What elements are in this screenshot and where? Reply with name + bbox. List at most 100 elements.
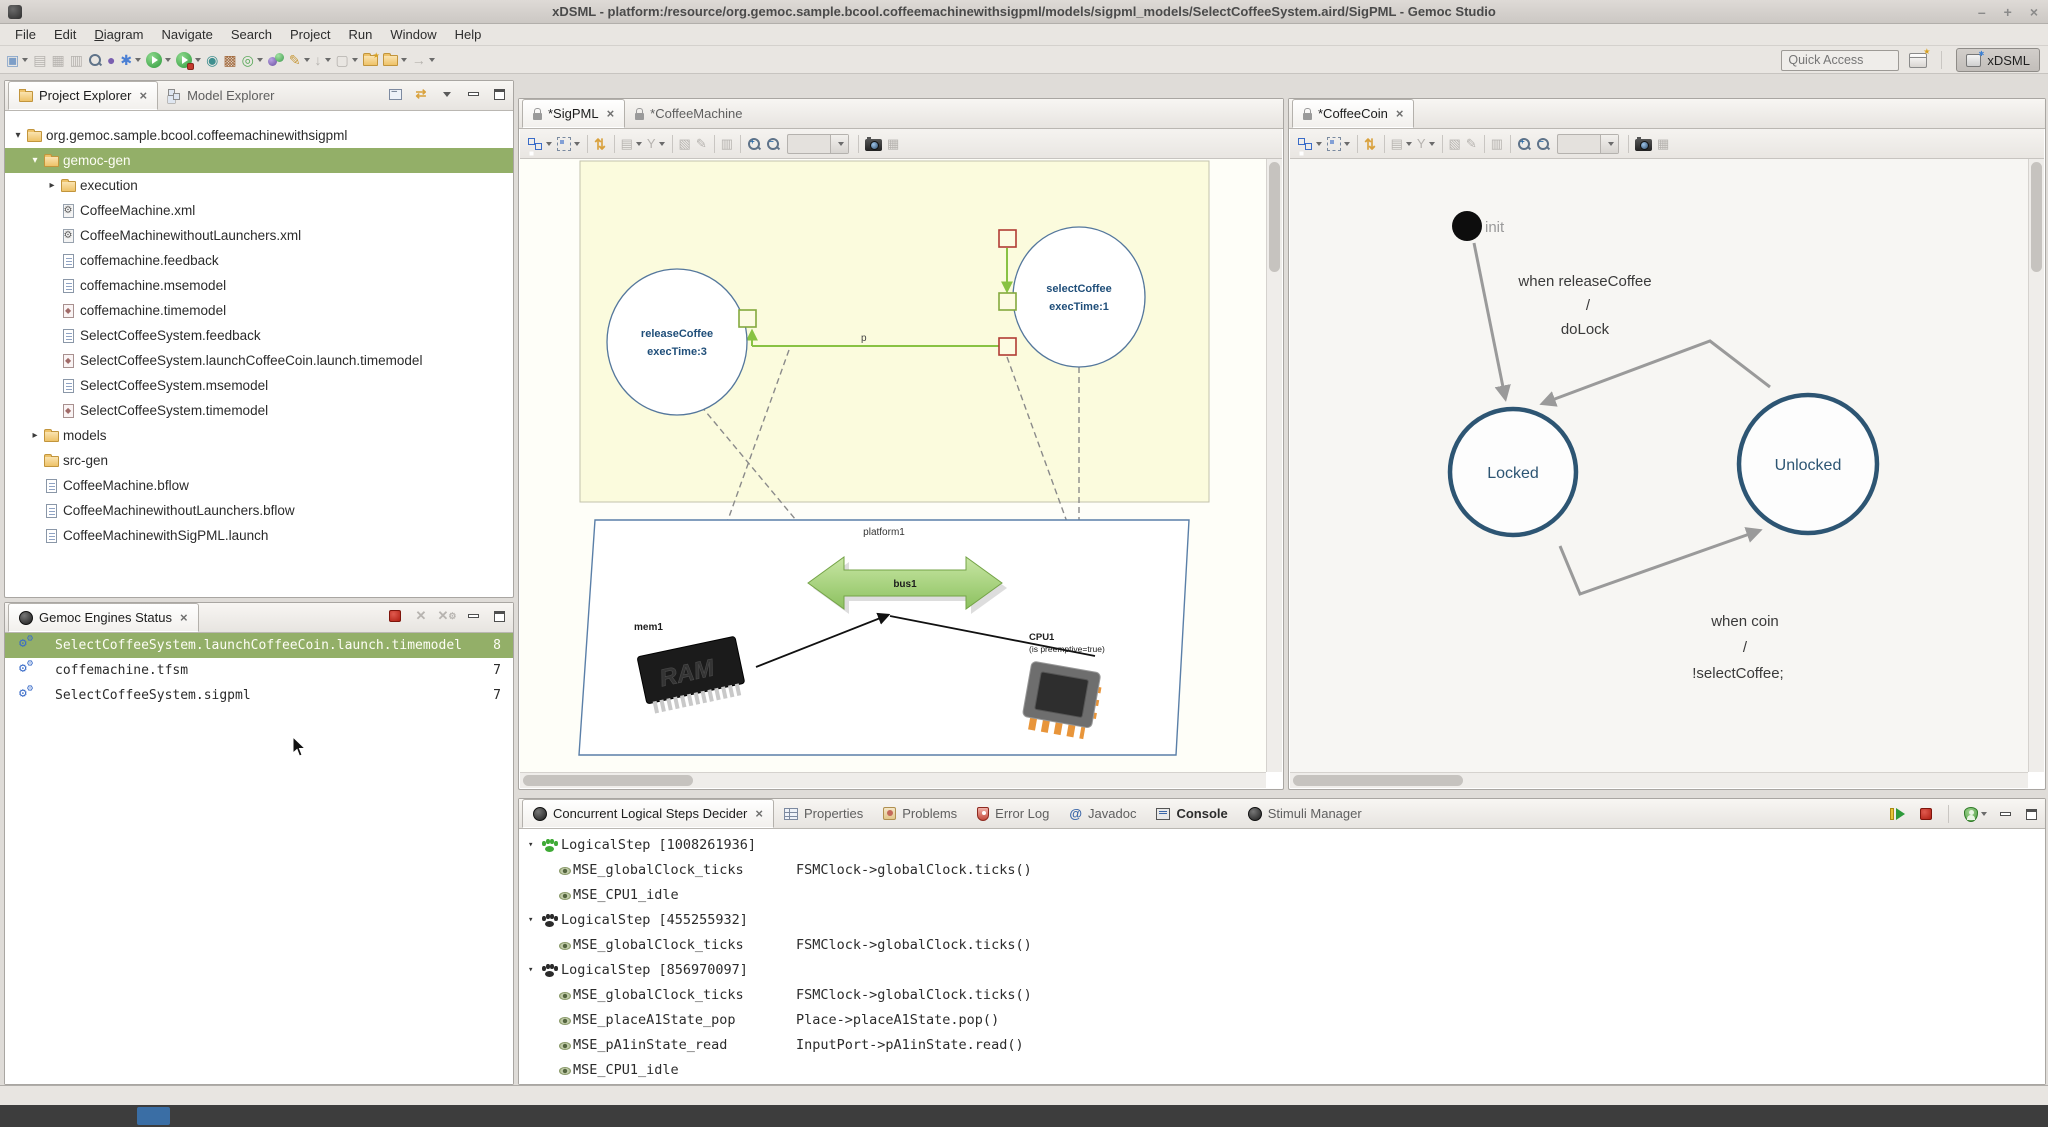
- state-locked[interactable]: Locked: [1450, 409, 1576, 535]
- tree-item[interactable]: CoffeeMachinewithSigPML.launch: [5, 523, 513, 548]
- tab-console[interactable]: Console: [1146, 799, 1237, 828]
- maximize-view-icon[interactable]: [491, 609, 507, 623]
- expander-icon[interactable]: ▾: [11, 130, 25, 141]
- expander-icon[interactable]: ▸: [28, 430, 42, 441]
- tab-stimuli-manager[interactable]: Stimuli Manager: [1238, 799, 1372, 828]
- debug-sphere-icon[interactable]: ●: [105, 48, 117, 72]
- decider-agent-icon[interactable]: [1963, 807, 1987, 821]
- platform-node[interactable]: platform1: [579, 520, 1189, 755]
- menu-run[interactable]: Run: [339, 25, 381, 44]
- zoom-out-icon[interactable]: −: [1534, 132, 1552, 156]
- zoom-in-icon[interactable]: +: [1515, 132, 1533, 156]
- cpu-chip-icon[interactable]: [1022, 661, 1101, 732]
- mse-event-row[interactable]: MSE_globalClock_ticksFSMClock->globalClo…: [519, 858, 2045, 883]
- tree-item[interactable]: coffemachine.feedback: [5, 248, 513, 273]
- tab-error-log[interactable]: Error Log: [967, 799, 1059, 828]
- close-icon[interactable]: ×: [139, 88, 147, 103]
- menu-window[interactable]: Window: [381, 25, 445, 44]
- engine-row[interactable]: ⚙SelectCoffeeSystem.launchCoffeeCoin.lau…: [5, 633, 513, 658]
- editor-tab--sigpml[interactable]: *SigPML×: [522, 99, 625, 128]
- external-tools-icon[interactable]: ▩: [221, 48, 238, 72]
- close-icon[interactable]: ×: [1396, 106, 1404, 121]
- tree-item[interactable]: SelectCoffeeSystem.msemodel: [5, 373, 513, 398]
- snapshot-icon[interactable]: [863, 132, 884, 156]
- tree-item[interactable]: SelectCoffeeSystem.launchCoffeeCoin.laun…: [5, 348, 513, 373]
- tree-item[interactable]: ▾gemoc-gen: [5, 148, 513, 173]
- expander-icon[interactable]: ▾: [528, 833, 533, 858]
- stop-engine-icon[interactable]: [387, 609, 403, 623]
- node-releaseCoffee[interactable]: releaseCoffee execTime:3: [607, 269, 747, 415]
- tree-item[interactable]: ▾org.gemoc.sample.bcool.coffeemachinewit…: [5, 123, 513, 148]
- tree-item[interactable]: coffemachine.msemodel: [5, 273, 513, 298]
- minimize-view-icon[interactable]: [465, 87, 481, 101]
- close-icon[interactable]: ×: [607, 106, 615, 121]
- close-icon[interactable]: ×: [755, 806, 763, 821]
- sigpml-canvas[interactable]: p releaseCoffee execTime:3 selectCoffee …: [520, 159, 1266, 772]
- transition-locked-unlocked[interactable]: [1560, 531, 1758, 594]
- maximize-view-icon[interactable]: [2023, 807, 2039, 821]
- menu-search[interactable]: Search: [222, 25, 281, 44]
- node-selectCoffee[interactable]: selectCoffee execTime:1: [1013, 227, 1145, 367]
- zoom-out-icon[interactable]: −: [764, 132, 782, 156]
- mse-event-row[interactable]: MSE_CPU1_idle: [519, 1058, 2045, 1083]
- transition-init-locked[interactable]: [1474, 243, 1505, 397]
- collapse-all-icon[interactable]: [387, 87, 403, 101]
- snapshot-icon[interactable]: [1633, 132, 1654, 156]
- refresh-icon[interactable]: ⇄: [592, 132, 609, 156]
- horizontal-scrollbar[interactable]: [1290, 772, 2028, 788]
- annotate-icon[interactable]: ✎: [287, 48, 312, 72]
- tree-item[interactable]: CoffeeMachine.xml: [5, 198, 513, 223]
- stop-icon[interactable]: [1918, 807, 1934, 821]
- new-wizard-icon[interactable]: ▣: [4, 48, 30, 72]
- tree-item[interactable]: ▸models: [5, 423, 513, 448]
- maximize-window-icon[interactable]: +: [2004, 5, 2012, 19]
- tree-item[interactable]: ▸execution: [5, 173, 513, 198]
- logical-step-row[interactable]: ▾LogicalStep [856970097]: [519, 958, 2045, 983]
- skip-breakpoints-icon[interactable]: ✱: [118, 48, 143, 72]
- zoom-level-icon[interactable]: [783, 132, 853, 156]
- view-menu-icon[interactable]: [439, 87, 455, 101]
- expander-icon[interactable]: ▸: [45, 180, 59, 191]
- engine-row[interactable]: ⚙coffemachine.tfsm7: [5, 658, 513, 683]
- port-input-bottom[interactable]: [999, 338, 1016, 355]
- tree-item[interactable]: SelectCoffeeSystem.timemodel: [5, 398, 513, 423]
- link-with-editor-icon[interactable]: ⇄: [413, 87, 429, 101]
- port-output-left[interactable]: [999, 293, 1016, 310]
- tree-item[interactable]: SelectCoffeeSystem.feedback: [5, 323, 513, 348]
- new-resource-icon[interactable]: ★: [361, 48, 380, 72]
- debug-run-icon[interactable]: [174, 48, 203, 72]
- horizontal-scrollbar[interactable]: [520, 772, 1266, 788]
- tab-properties[interactable]: Properties: [774, 799, 873, 828]
- editor-tab--coffeemachine[interactable]: *CoffeeMachine: [625, 99, 752, 128]
- refresh-icon[interactable]: ⇄: [1362, 132, 1379, 156]
- zoom-in-icon[interactable]: +: [745, 132, 763, 156]
- tree-item[interactable]: coffemachine.timemodel: [5, 298, 513, 323]
- mse-event-row[interactable]: MSE_CPU1_idle: [519, 883, 2045, 908]
- search-icon[interactable]: [86, 48, 104, 72]
- init-state[interactable]: [1452, 211, 1482, 241]
- vertical-scrollbar[interactable]: [2028, 159, 2044, 772]
- minimize-view-icon[interactable]: [1997, 807, 2013, 821]
- state-unlocked[interactable]: Unlocked: [1739, 395, 1877, 533]
- layout-select-icon[interactable]: [526, 132, 554, 156]
- port-input-top[interactable]: [999, 230, 1016, 247]
- maximize-view-icon[interactable]: [491, 87, 507, 101]
- minimize-window-icon[interactable]: –: [1978, 5, 1986, 19]
- menu-file[interactable]: File: [6, 25, 45, 44]
- run-config-icon[interactable]: ◎: [240, 48, 265, 72]
- quick-access-input[interactable]: [1781, 50, 1899, 71]
- zoom-level-icon[interactable]: [1553, 132, 1623, 156]
- editor-tab--coffeecoin[interactable]: *CoffeeCoin×: [1292, 99, 1414, 128]
- tab-javadoc[interactable]: @Javadoc: [1059, 799, 1146, 828]
- zoom-level-combo[interactable]: [1557, 134, 1619, 154]
- expander-icon[interactable]: ▾: [28, 155, 42, 166]
- tab-project-explorer[interactable]: Project Explorer×: [8, 81, 158, 110]
- marquee-select-icon[interactable]: [555, 132, 582, 156]
- tab-gemoc-engines-status[interactable]: Gemoc Engines Status ×: [8, 603, 199, 632]
- transition-unlocked-locked[interactable]: [1544, 341, 1770, 403]
- junit-icon[interactable]: [266, 48, 286, 72]
- zoom-level-combo[interactable]: [787, 134, 849, 154]
- window-menu-icon[interactable]: [8, 5, 22, 19]
- menu-navigate[interactable]: Navigate: [153, 25, 222, 44]
- close-window-icon[interactable]: ×: [2030, 5, 2038, 19]
